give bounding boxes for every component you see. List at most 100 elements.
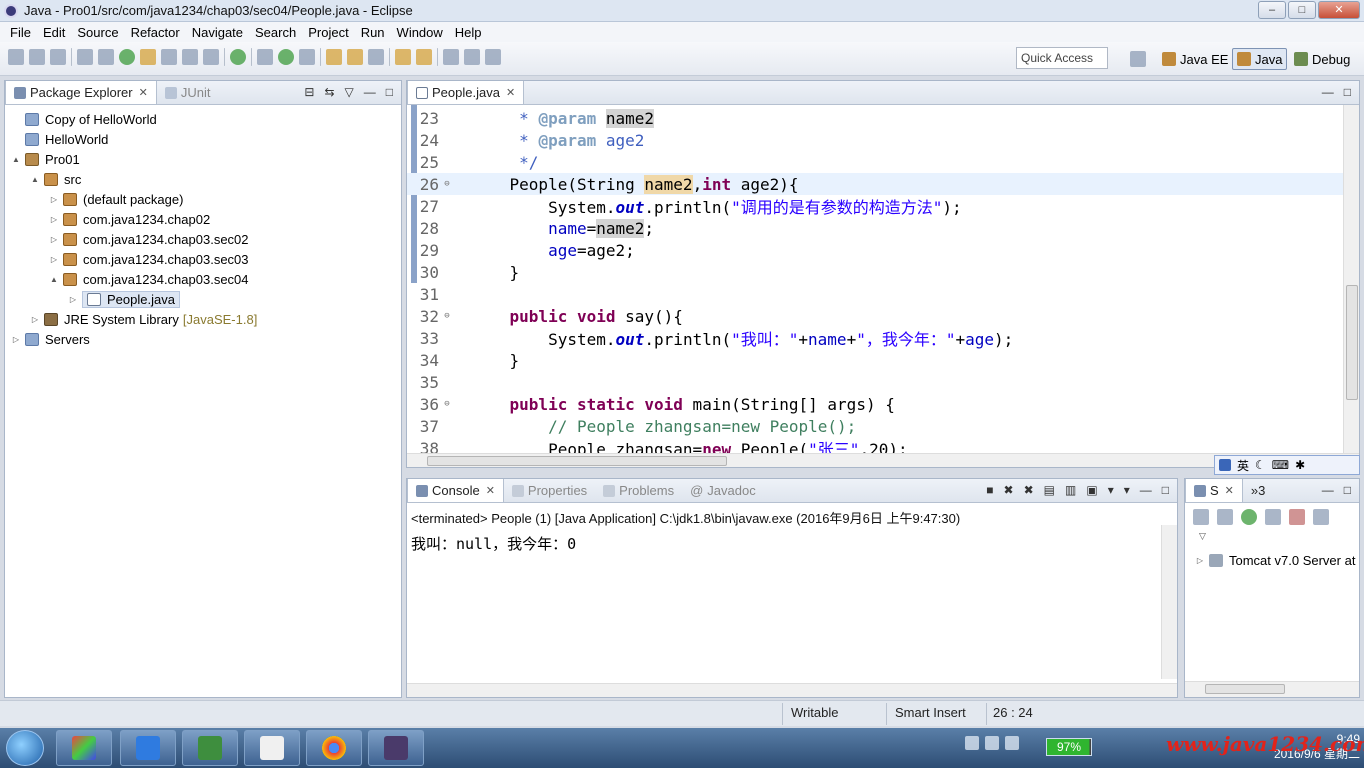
debug-server-icon[interactable] bbox=[1217, 509, 1233, 525]
minimize-view-icon[interactable]: — bbox=[1322, 483, 1334, 497]
mark-occurrences-icon[interactable] bbox=[140, 49, 156, 65]
perspective-java-ee[interactable]: Java EE bbox=[1158, 48, 1232, 70]
tree-twisty-icon[interactable]: ▲ bbox=[30, 175, 40, 184]
collapse-icon[interactable] bbox=[1193, 509, 1209, 525]
tree-twisty-icon[interactable]: ▷ bbox=[49, 215, 59, 224]
help-icon[interactable] bbox=[985, 736, 999, 750]
run-icon[interactable] bbox=[278, 49, 294, 65]
save-icon[interactable] bbox=[29, 49, 45, 65]
code-line[interactable]: 28 name=name2; bbox=[407, 217, 1359, 239]
tree-item[interactable]: ▲ Pro01 bbox=[5, 149, 401, 169]
tray-icon[interactable] bbox=[1005, 736, 1019, 750]
start-button[interactable] bbox=[6, 730, 44, 766]
quick-access-input[interactable]: Quick Access bbox=[1016, 47, 1108, 69]
fold-toggle-icon[interactable]: ⊖ bbox=[439, 399, 455, 409]
console-vertical-scrollbar[interactable] bbox=[1161, 525, 1177, 679]
forward-icon[interactable] bbox=[464, 49, 480, 65]
minimize-button[interactable]: – bbox=[1258, 1, 1286, 19]
forward-arrow-icon[interactable] bbox=[485, 49, 501, 65]
code-line[interactable]: 25 */ bbox=[407, 151, 1359, 173]
close-tab-icon[interactable]: ✕ bbox=[486, 484, 495, 497]
tree-item[interactable]: ▲ src bbox=[5, 169, 401, 189]
minimize-view-icon[interactable]: — bbox=[364, 85, 376, 99]
code-line[interactable]: 30 } bbox=[407, 261, 1359, 283]
code-line[interactable]: 27 System.out.println("调用的是有参数的构造方法"); bbox=[407, 195, 1359, 218]
ime-logo-icon[interactable] bbox=[1219, 459, 1231, 471]
menu-edit[interactable]: Edit bbox=[37, 25, 71, 40]
tab-problems[interactable]: Problems bbox=[595, 479, 682, 502]
remove-all-icon[interactable]: ✖ bbox=[1024, 483, 1034, 497]
fold-toggle-icon[interactable]: ⊖ bbox=[439, 311, 455, 321]
clear-console-icon[interactable]: ▤ bbox=[1044, 483, 1055, 497]
toggle-block-icon[interactable] bbox=[161, 49, 177, 65]
tree-item[interactable]: ▷ com.java1234.chap03.sec02 bbox=[5, 229, 401, 249]
tab-properties[interactable]: Properties bbox=[504, 479, 595, 502]
maximize-view-icon[interactable]: □ bbox=[1344, 483, 1351, 497]
stop-server-icon[interactable] bbox=[1289, 509, 1305, 525]
code-line[interactable]: 31 bbox=[407, 283, 1359, 305]
menu-project[interactable]: Project bbox=[302, 25, 354, 40]
minimize-view-icon[interactable]: — bbox=[1140, 483, 1152, 497]
menu-run[interactable]: Run bbox=[355, 25, 391, 40]
settings-icon[interactable]: ✱ bbox=[1295, 458, 1305, 472]
code-line[interactable]: 32 ⊖ public void say(){ bbox=[407, 305, 1359, 327]
tab-console[interactable]: Console ✕ bbox=[407, 479, 504, 502]
perspective-java[interactable]: Java bbox=[1232, 48, 1288, 70]
maximize-view-icon[interactable]: □ bbox=[1162, 483, 1169, 497]
tree-twisty-icon[interactable]: ▷ bbox=[11, 335, 21, 344]
new-java-package-icon[interactable] bbox=[326, 49, 342, 65]
profile-server-icon[interactable] bbox=[1265, 509, 1281, 525]
code-editor[interactable]: 23 * @param name2 24 * @param age2 25 */26… bbox=[407, 105, 1359, 453]
tab-package-explorer[interactable]: Package Explorer ✕ bbox=[5, 81, 157, 104]
tab-junit[interactable]: JUnit bbox=[157, 81, 219, 104]
code-line[interactable]: 36 ⊖ public static void main(String[] arg… bbox=[407, 393, 1359, 415]
editor-vertical-scrollbar[interactable] bbox=[1343, 105, 1359, 453]
view-menu-icon[interactable]: ▽ bbox=[345, 85, 354, 99]
menu-refactor[interactable]: Refactor bbox=[125, 25, 186, 40]
tree-twisty-icon[interactable]: ▷ bbox=[49, 255, 59, 264]
close-button[interactable]: ✕ bbox=[1318, 1, 1360, 19]
menu-window[interactable]: Window bbox=[391, 25, 449, 40]
taskbar-app-camtasia[interactable] bbox=[182, 730, 238, 766]
menu-search[interactable]: Search bbox=[249, 25, 302, 40]
keyboard-icon[interactable]: ⌨ bbox=[1272, 458, 1289, 472]
battery-indicator[interactable]: 97% bbox=[1046, 738, 1092, 756]
paragraph-icon[interactable] bbox=[203, 49, 219, 65]
minimize-view-icon[interactable]: — bbox=[1322, 85, 1334, 99]
open-console-icon[interactable]: ▾ bbox=[1124, 483, 1130, 497]
server-item[interactable]: ▷ Tomcat v7.0 Server at bbox=[1185, 550, 1359, 570]
publish-icon[interactable] bbox=[1313, 509, 1329, 525]
open-type-icon[interactable] bbox=[368, 49, 384, 65]
tree-item[interactable]: ▷ com.java1234.chap03.sec03 bbox=[5, 249, 401, 269]
ime-language[interactable]: 英 bbox=[1237, 457, 1249, 474]
close-tab-icon[interactable]: ✕ bbox=[1225, 484, 1234, 497]
refresh-icon[interactable] bbox=[230, 49, 246, 65]
view-menu-icon[interactable]: ▽ bbox=[1185, 531, 1359, 542]
tab-overflow[interactable]: »3 bbox=[1243, 479, 1273, 502]
next-annotation-icon[interactable] bbox=[119, 49, 135, 65]
external-tools-icon[interactable] bbox=[299, 49, 315, 65]
code-line[interactable]: 33 System.out.println("我叫："+name+"，我今年："… bbox=[407, 327, 1359, 350]
scroll-lock-icon[interactable]: ▥ bbox=[1065, 483, 1076, 497]
collapse-all-icon[interactable]: ⊟ bbox=[304, 85, 314, 99]
tree-twisty-icon[interactable]: ▲ bbox=[49, 275, 59, 284]
back-icon[interactable] bbox=[443, 49, 459, 65]
menu-file[interactable]: File bbox=[4, 25, 37, 40]
console-body[interactable]: <terminated> People (1) [Java Applicatio… bbox=[407, 503, 1177, 697]
tab-people-java[interactable]: People.java ✕ bbox=[407, 81, 525, 104]
open-perspective-icon[interactable] bbox=[1130, 51, 1146, 67]
code-line[interactable]: 29 age=age2; bbox=[407, 239, 1359, 261]
taskbar-app-paint[interactable] bbox=[56, 730, 112, 766]
tree-item[interactable]: Copy of HelloWorld bbox=[5, 109, 401, 129]
expand-icon[interactable]: ▷ bbox=[1195, 556, 1205, 565]
taskbar-app-camtasia-2[interactable] bbox=[244, 730, 300, 766]
code-line[interactable]: 23 * @param name2 bbox=[407, 107, 1359, 129]
code-line[interactable]: 34 } bbox=[407, 349, 1359, 371]
code-line[interactable]: 38 People zhangsan=new People("张三",20); bbox=[407, 437, 1359, 454]
perspective-debug[interactable]: Debug bbox=[1290, 48, 1354, 70]
servers-horizontal-scrollbar[interactable] bbox=[1185, 681, 1359, 697]
skip-breakpoints-icon[interactable] bbox=[98, 49, 114, 65]
tree-item[interactable]: ▷ com.java1234.chap02 bbox=[5, 209, 401, 229]
tree-item[interactable]: ▷ People.java bbox=[5, 289, 401, 309]
tree-item[interactable]: ▲ com.java1234.chap03.sec04 bbox=[5, 269, 401, 289]
